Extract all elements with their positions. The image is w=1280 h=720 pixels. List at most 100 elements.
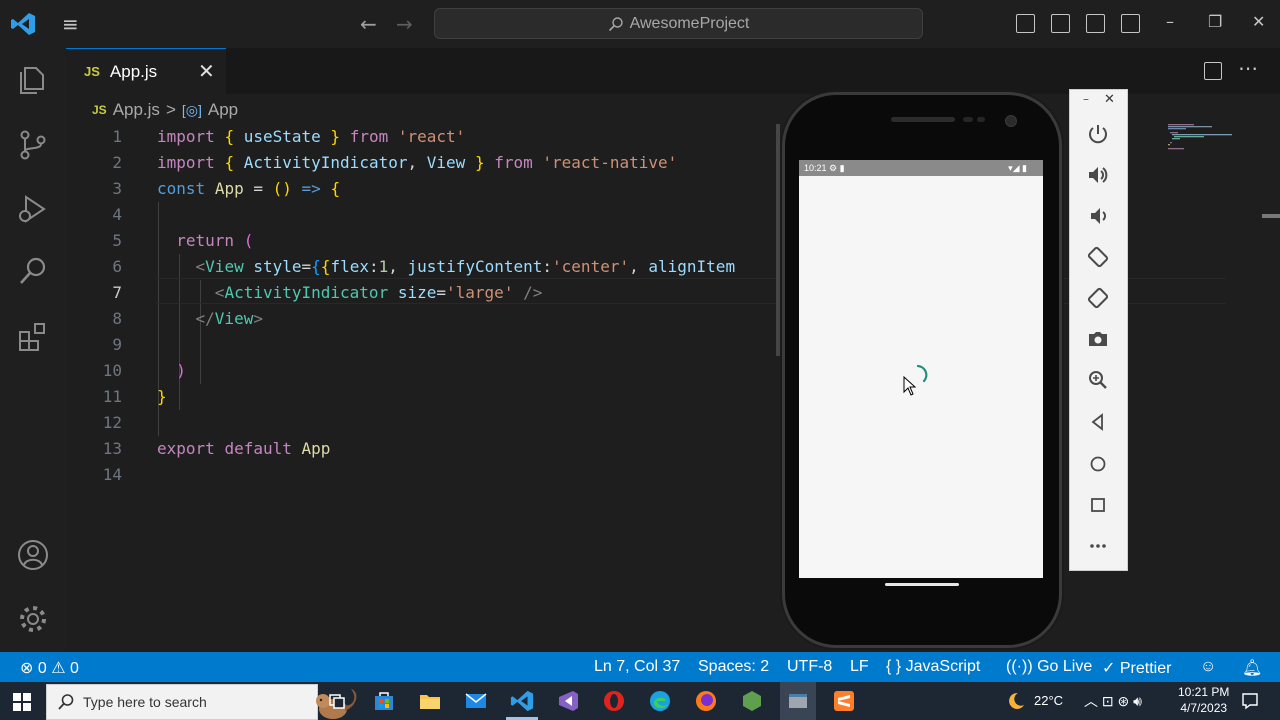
braces-icon: { }: [886, 658, 902, 675]
file-explorer-icon[interactable]: [418, 689, 442, 713]
manage-gear-icon[interactable]: [16, 602, 50, 636]
front-camera: [1005, 115, 1017, 127]
code-line: 7 <ActivityIndicator size='large' />: [112, 283, 543, 302]
prettier-label: Prettier: [1119, 660, 1172, 677]
scrollbar-thumb[interactable]: [1262, 214, 1280, 218]
split-editor-icon[interactable]: [1204, 62, 1222, 80]
error-icon: ⊗: [20, 660, 34, 677]
breadcrumb-symbol[interactable]: App: [208, 100, 238, 120]
symbol-icon: [◎]: [181, 101, 202, 118]
code-line: 12: [102, 413, 122, 432]
problems-status[interactable]: ⊗ 0 ⚠ 0: [20, 658, 79, 678]
cursor-position[interactable]: Ln 7, Col 37: [594, 658, 680, 676]
encoding[interactable]: UTF-8: [787, 658, 832, 676]
volume-down-icon[interactable]: [1086, 204, 1110, 228]
emulator-close-icon[interactable]: ✕: [1104, 92, 1115, 107]
run-debug-icon[interactable]: [16, 192, 50, 226]
volume-up-icon[interactable]: [1086, 163, 1110, 187]
minimap[interactable]: [1160, 122, 1260, 162]
earpiece: [891, 117, 955, 122]
notifications-bell-icon[interactable]: 🔔︎: [1242, 658, 1262, 678]
tab-label: App.js: [109, 61, 158, 81]
tray-icons[interactable]: ︿ ⊡ ⊛ 🔊︎: [1084, 691, 1142, 711]
error-count: 0: [37, 660, 47, 677]
mail-icon[interactable]: [464, 689, 488, 713]
minimize-icon[interactable]: –: [1166, 12, 1174, 31]
taskbar-search-box[interactable]: Type here to search: [46, 684, 357, 720]
indentation[interactable]: Spaces: 2: [698, 658, 769, 676]
visual-studio-icon[interactable]: [556, 689, 580, 713]
prettier-button[interactable]: ✓ Prettier: [1102, 658, 1171, 678]
toggle-panel-icon[interactable]: [1051, 14, 1070, 33]
task-view-icon[interactable]: [325, 689, 349, 713]
toggle-secondary-sidebar-icon[interactable]: [1086, 14, 1105, 33]
windows-taskbar: Type here to search 22°C ︿ ⊡ ⊛ 🔊︎ 10:21 …: [0, 682, 1280, 720]
power-icon[interactable]: [1086, 122, 1110, 146]
overview-icon[interactable]: [1086, 493, 1110, 517]
menu-icon[interactable]: ≡: [62, 14, 84, 34]
vscode-window: ≡ ← → AwesomeProject – ❐ ✕ JS App.js ✕ ⋯…: [0, 0, 1280, 720]
node-icon[interactable]: [740, 689, 764, 713]
emulator-toolbar: – ✕: [1069, 89, 1128, 571]
code-line: 4: [112, 205, 122, 224]
tab-app-js[interactable]: JS App.js ✕: [66, 48, 226, 94]
camera-icon[interactable]: [1086, 327, 1110, 351]
search-icon[interactable]: [16, 254, 50, 288]
emulator-toolbar-header: – ✕: [1070, 90, 1129, 114]
double-check-icon: ✓: [1102, 660, 1116, 677]
more-icon[interactable]: [1086, 534, 1110, 558]
device-screen[interactable]: 10:21 ⚙ ▮ ▾◢ ▮: [799, 160, 1043, 578]
home-icon[interactable]: [1086, 452, 1110, 476]
toggle-sidebar-icon[interactable]: [1016, 14, 1035, 33]
go-live-button[interactable]: ((·)) Go Live: [1006, 658, 1092, 676]
action-center-icon[interactable]: [1241, 692, 1259, 710]
go-live-label: Go Live: [1037, 658, 1093, 675]
customize-layout-icon[interactable]: [1121, 14, 1140, 33]
feedback-icon[interactable]: ☺: [1200, 658, 1216, 676]
extensions-icon[interactable]: [16, 320, 50, 354]
close-icon[interactable]: ✕: [1252, 12, 1265, 31]
js-file-icon: JS: [84, 64, 100, 79]
firefox-icon[interactable]: [694, 689, 718, 713]
signal-battery-icon: ▾◢ ▮: [1008, 163, 1027, 173]
activity-bar: [0, 48, 66, 652]
editor-horizontal-scroll-indicator[interactable]: [776, 124, 780, 356]
code-line: 13 export default App: [102, 439, 331, 458]
more-actions-icon[interactable]: ⋯: [1238, 56, 1258, 80]
forward-arrow-icon[interactable]: →: [396, 12, 413, 36]
edge-icon[interactable]: [648, 689, 672, 713]
zoom-icon[interactable]: [1086, 368, 1110, 392]
vscode-logo-icon: [11, 13, 35, 35]
warning-icon: ⚠: [51, 660, 66, 677]
temperature[interactable]: 22°C: [1034, 693, 1063, 708]
back-arrow-icon[interactable]: ←: [360, 12, 377, 36]
vscode-icon[interactable]: [510, 689, 534, 713]
clock[interactable]: 10:21 PM 4/7/2023: [1178, 685, 1229, 715]
tab-close-icon[interactable]: ✕: [198, 59, 215, 83]
end-of-line[interactable]: LF: [850, 658, 869, 676]
sublime-icon[interactable]: [832, 689, 856, 713]
explorer-icon[interactable]: [16, 62, 50, 96]
code-line: 6 <View style={{flex:1, justifyContent:'…: [112, 257, 736, 276]
store-icon[interactable]: [372, 689, 396, 713]
code-line: 10 ): [102, 361, 186, 380]
source-control-icon[interactable]: [16, 128, 50, 162]
rotate-left-icon[interactable]: [1086, 245, 1110, 269]
breadcrumb-file[interactable]: App.js: [113, 100, 160, 120]
emulator-minimize-icon[interactable]: –: [1083, 92, 1089, 106]
restore-icon[interactable]: ❐: [1208, 12, 1222, 31]
rotate-right-icon[interactable]: [1086, 286, 1110, 310]
device-status-bar: 10:21 ⚙ ▮ ▾◢ ▮: [799, 160, 1043, 176]
mouse-cursor-icon: [903, 376, 917, 396]
language-mode[interactable]: { } JavaScript: [886, 658, 980, 676]
js-file-icon: JS: [92, 103, 107, 117]
command-center-search[interactable]: AwesomeProject: [434, 8, 923, 39]
back-icon[interactable]: [1086, 410, 1110, 434]
gesture-home-bar[interactable]: [885, 583, 959, 586]
code-editor[interactable]: 1 import { useState } from 'react' 2 impor…: [66, 124, 1226, 652]
status-bar: ⊗ 0 ⚠ 0 Ln 7, Col 37 Spaces: 2 UTF-8 LF …: [0, 652, 1280, 682]
weather-moon-icon[interactable]: [1004, 690, 1026, 712]
opera-icon[interactable]: [602, 689, 626, 713]
accounts-icon[interactable]: [16, 538, 50, 572]
windows-start-icon[interactable]: [12, 692, 32, 712]
